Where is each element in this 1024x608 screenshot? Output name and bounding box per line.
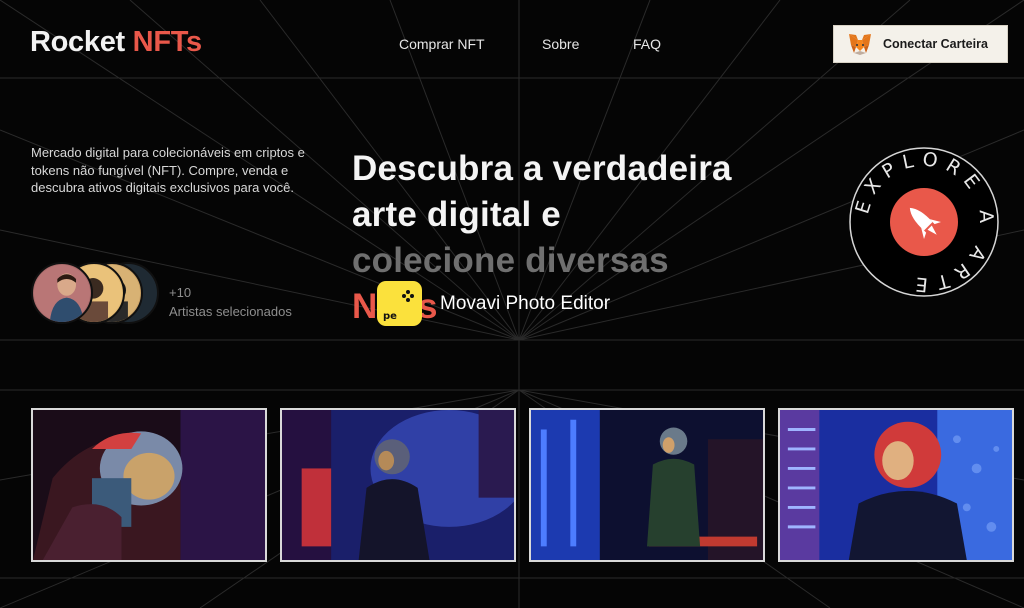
artists-count: +10 [169,285,192,300]
metamask-fox-icon [849,34,871,55]
logo-main: Rocket [30,26,125,58]
nft-card-3[interactable] [529,408,765,562]
headline-line-1: Descubra a verdadeira [352,149,732,188]
nft-image-astronaut-neon-corridor [531,410,763,560]
nft-image-astronaut-red-helmet [33,410,265,560]
logo-accent: NFTs [132,26,202,58]
watermark-text: Movavi Photo Editor [440,293,611,314]
movavi-app-icon: pe [377,281,422,326]
artists-label: Artistas selecionados [169,304,292,319]
headline-line-3: colecione diversas [352,241,669,280]
explore-badge[interactable]: EXPLORE A ARTE [848,146,1000,298]
site-logo[interactable]: Rocket NFTs [30,26,202,59]
nav-sobre[interactable]: Sobre [542,36,579,52]
nav-faq[interactable]: FAQ [633,36,661,52]
connect-wallet-label: Conectar Carteira [883,37,988,51]
artist-avatars [31,262,171,328]
nft-card-1[interactable] [31,408,267,562]
hero-intro: Mercado digital para colecionáveis em cr… [31,145,305,195]
svg-text:pe: pe [383,311,397,322]
nft-card-2[interactable] [280,408,516,562]
nft-image-astronaut-red-visor [780,410,1012,560]
nav-comprar-nft[interactable]: Comprar NFT [399,36,485,52]
gamepad-icon: pe [383,290,414,322]
nft-card-4[interactable] [778,408,1014,562]
headline-line-2: arte digital e [352,195,561,234]
avatar [31,262,93,324]
nft-image-astronaut-blue-smoke [282,410,514,560]
connect-wallet-button[interactable]: Conectar Carteira [833,25,1008,63]
